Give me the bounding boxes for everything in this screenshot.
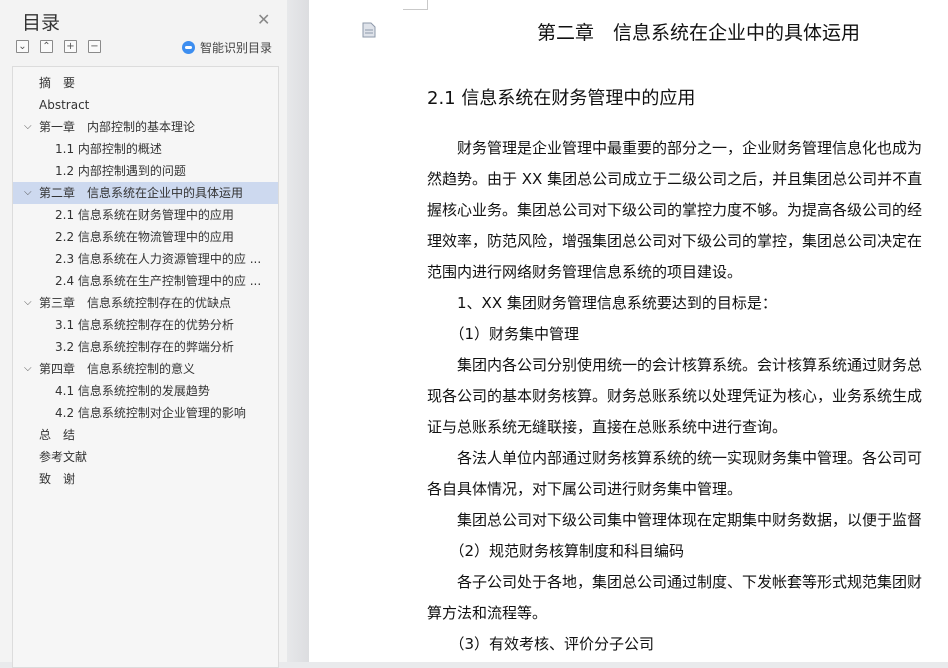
body-text-line: （3）有效考核、评价分子公司 xyxy=(427,635,655,653)
toc-item[interactable]: ⌵ 第四章 信息系统控制的意义 xyxy=(13,358,278,380)
toc-item[interactable]: 参考文献 xyxy=(13,446,278,468)
chevron-down-icon[interactable]: ⌵ xyxy=(24,182,32,204)
body-text-line: 财务管理是企业管理中最重要的部分之一，企业财务管理信息化也成为 xyxy=(427,139,923,157)
toc-item[interactable]: 2.4 信息系统在生产控制管理中的应 ... xyxy=(13,270,278,292)
document-icon[interactable] xyxy=(362,22,376,38)
toc-item-label: 1.1 内部控制的概述 xyxy=(55,142,162,156)
add-level-icon[interactable]: + xyxy=(64,40,77,53)
toc-item[interactable]: 3.1 信息系统控制存在的优势分析 xyxy=(13,314,278,336)
toc-item-label: 3.2 信息系统控制存在的弊端分析 xyxy=(55,340,234,354)
toc-item-label: 4.1 信息系统控制的发展趋势 xyxy=(55,384,210,398)
toc-item[interactable]: 4.2 信息系统控制对企业管理的影响 xyxy=(13,402,278,424)
body-text-line: 各自具体情况，对下属公司进行财务集中管理。 xyxy=(427,480,743,498)
chevron-down-icon[interactable]: ⌵ xyxy=(24,116,32,138)
toc-item[interactable]: 1.2 内部控制遇到的问题 xyxy=(13,160,278,182)
toc-item-label: 摘 要 xyxy=(39,76,76,90)
remove-level-icon[interactable]: − xyxy=(88,40,101,53)
body-text-line: 然趋势。由于 XX 集团总公司成立于二级公司之后，并且集团总公司并不直 xyxy=(427,170,923,188)
body-text-line: 集团总公司对下级公司集中管理体现在定期集中财务数据，以便于监督 xyxy=(427,511,923,529)
toc-item[interactable]: ⌵ 第二章 信息系统在企业中的具体运用 xyxy=(13,182,278,204)
close-icon[interactable]: ✕ xyxy=(257,10,270,29)
toc-item[interactable]: 摘 要 xyxy=(13,72,278,94)
margin-corner-mark xyxy=(403,9,427,10)
toc-item[interactable]: 3.2 信息系统控制存在的弊端分析 xyxy=(13,336,278,358)
body-text-line: 握核心业务。集团总公司对下级公司的掌控力度不够。为提高各级公司的经 xyxy=(427,201,923,219)
smart-toc-button[interactable]: 智能识别目录 xyxy=(182,39,272,56)
toc-item[interactable]: 致 谢 xyxy=(13,468,278,490)
body-text-line: 证与总账系统无缝联接，直接在总账系统中进行查询。 xyxy=(427,418,788,436)
toc-item[interactable]: 2.2 信息系统在物流管理中的应用 xyxy=(13,226,278,248)
toc-item-label: 3.1 信息系统控制存在的优势分析 xyxy=(55,318,234,332)
toc-item[interactable]: ⌵ 第一章 内部控制的基本理论 xyxy=(13,116,278,138)
toc-item-label: 第二章 信息系统在企业中的具体运用 xyxy=(39,186,244,200)
toc-item-label: 总 结 xyxy=(39,428,76,442)
toc-item[interactable]: 4.1 信息系统控制的发展趋势 xyxy=(13,380,278,402)
chapter-heading: 第二章 信息系统在企业中的具体运用 xyxy=(537,22,861,44)
body-text-line: （2）规范财务核算制度和科目编码 xyxy=(427,542,685,560)
body-text-line: 各法人单位内部通过财务核算系统的统一实现财务集中管理。各公司可 xyxy=(427,449,923,467)
body-text-line: 现各公司的基本财务核算。财务总账系统以处理凭证为核心，业务系统生成 xyxy=(427,387,923,405)
toc-item[interactable]: 1.1 内部控制的概述 xyxy=(13,138,278,160)
toc-item-label: 2.1 信息系统在财务管理中的应用 xyxy=(55,208,234,222)
toc-item-label: 4.2 信息系统控制对企业管理的影响 xyxy=(55,406,246,420)
toc-item[interactable]: Abstract xyxy=(13,94,278,116)
margin-corner-mark-v xyxy=(427,0,428,10)
toc-sidebar: 目录 ✕ ⌄ ⌃ + − 智能识别目录 摘 要 Abstract ⌵ 第一章 内部控制… xyxy=(0,0,287,668)
chevron-down-icon[interactable]: ⌵ xyxy=(24,358,32,380)
toc-item-label: Abstract xyxy=(39,98,90,112)
panel-splitter[interactable] xyxy=(287,0,309,662)
body-text-line: 1、XX 集团财务管理信息系统要达到的目标是： xyxy=(427,294,777,312)
expand-all-icon[interactable]: ⌃ xyxy=(40,40,53,53)
body-text-line: 范围内进行网络财务管理信息系统的项目建设。 xyxy=(427,263,743,281)
section-heading: 2.1 信息系统在财务管理中的应用 xyxy=(427,88,696,109)
body-text-line: 各子公司处于各地，集团总公司通过制度、下发帐套等形式规范集团财 xyxy=(427,573,923,591)
toc-item-label: 1.2 内部控制遇到的问题 xyxy=(55,164,186,178)
body-text-line: 集团内各公司分别使用统一的会计核算系统。会计核算系统通过财务总 xyxy=(427,356,923,374)
toc-item-label: 第四章 信息系统控制的意义 xyxy=(39,362,196,376)
chevron-down-icon[interactable]: ⌵ xyxy=(24,292,32,314)
toc-item[interactable]: 2.3 信息系统在人力资源管理中的应 ... xyxy=(13,248,278,270)
toc-item-label: 致 谢 xyxy=(39,472,76,486)
toc-item-label: 参考文献 xyxy=(39,450,88,464)
body-text-line: （1）财务集中管理 xyxy=(427,325,580,343)
body-text-line: 算方法和流程等。 xyxy=(427,604,548,622)
smart-toc-label: 智能识别目录 xyxy=(200,41,273,55)
toc-item-label: 第三章 信息系统控制存在的优缺点 xyxy=(39,296,232,310)
toc-item-label: 2.3 信息系统在人力资源管理中的应 ... xyxy=(55,252,262,266)
toc-title: 目录 xyxy=(22,12,61,34)
document-page: 第二章 信息系统在企业中的具体运用 2.1 信息系统在财务管理中的应用 财务管理… xyxy=(309,0,948,662)
body-text-line: 理效率，防范风险，增强集团总公司对下级公司的掌控，集团总公司决定在 xyxy=(427,232,923,250)
toc-list: 摘 要 Abstract ⌵ 第一章 内部控制的基本理论 1.1 内部控制的概述 1.2 … xyxy=(12,66,279,668)
collapse-all-icon[interactable]: ⌄ xyxy=(16,40,29,53)
toc-item[interactable]: ⌵ 第三章 信息系统控制存在的优缺点 xyxy=(13,292,278,314)
toc-item-label: 第一章 内部控制的基本理论 xyxy=(39,120,196,134)
smart-recognize-icon xyxy=(182,41,195,54)
toc-item[interactable]: 2.1 信息系统在财务管理中的应用 xyxy=(13,204,278,226)
toc-item-label: 2.4 信息系统在生产控制管理中的应 ... xyxy=(55,274,262,288)
toc-item[interactable]: 总 结 xyxy=(13,424,278,446)
toc-item-label: 2.2 信息系统在物流管理中的应用 xyxy=(55,230,234,244)
